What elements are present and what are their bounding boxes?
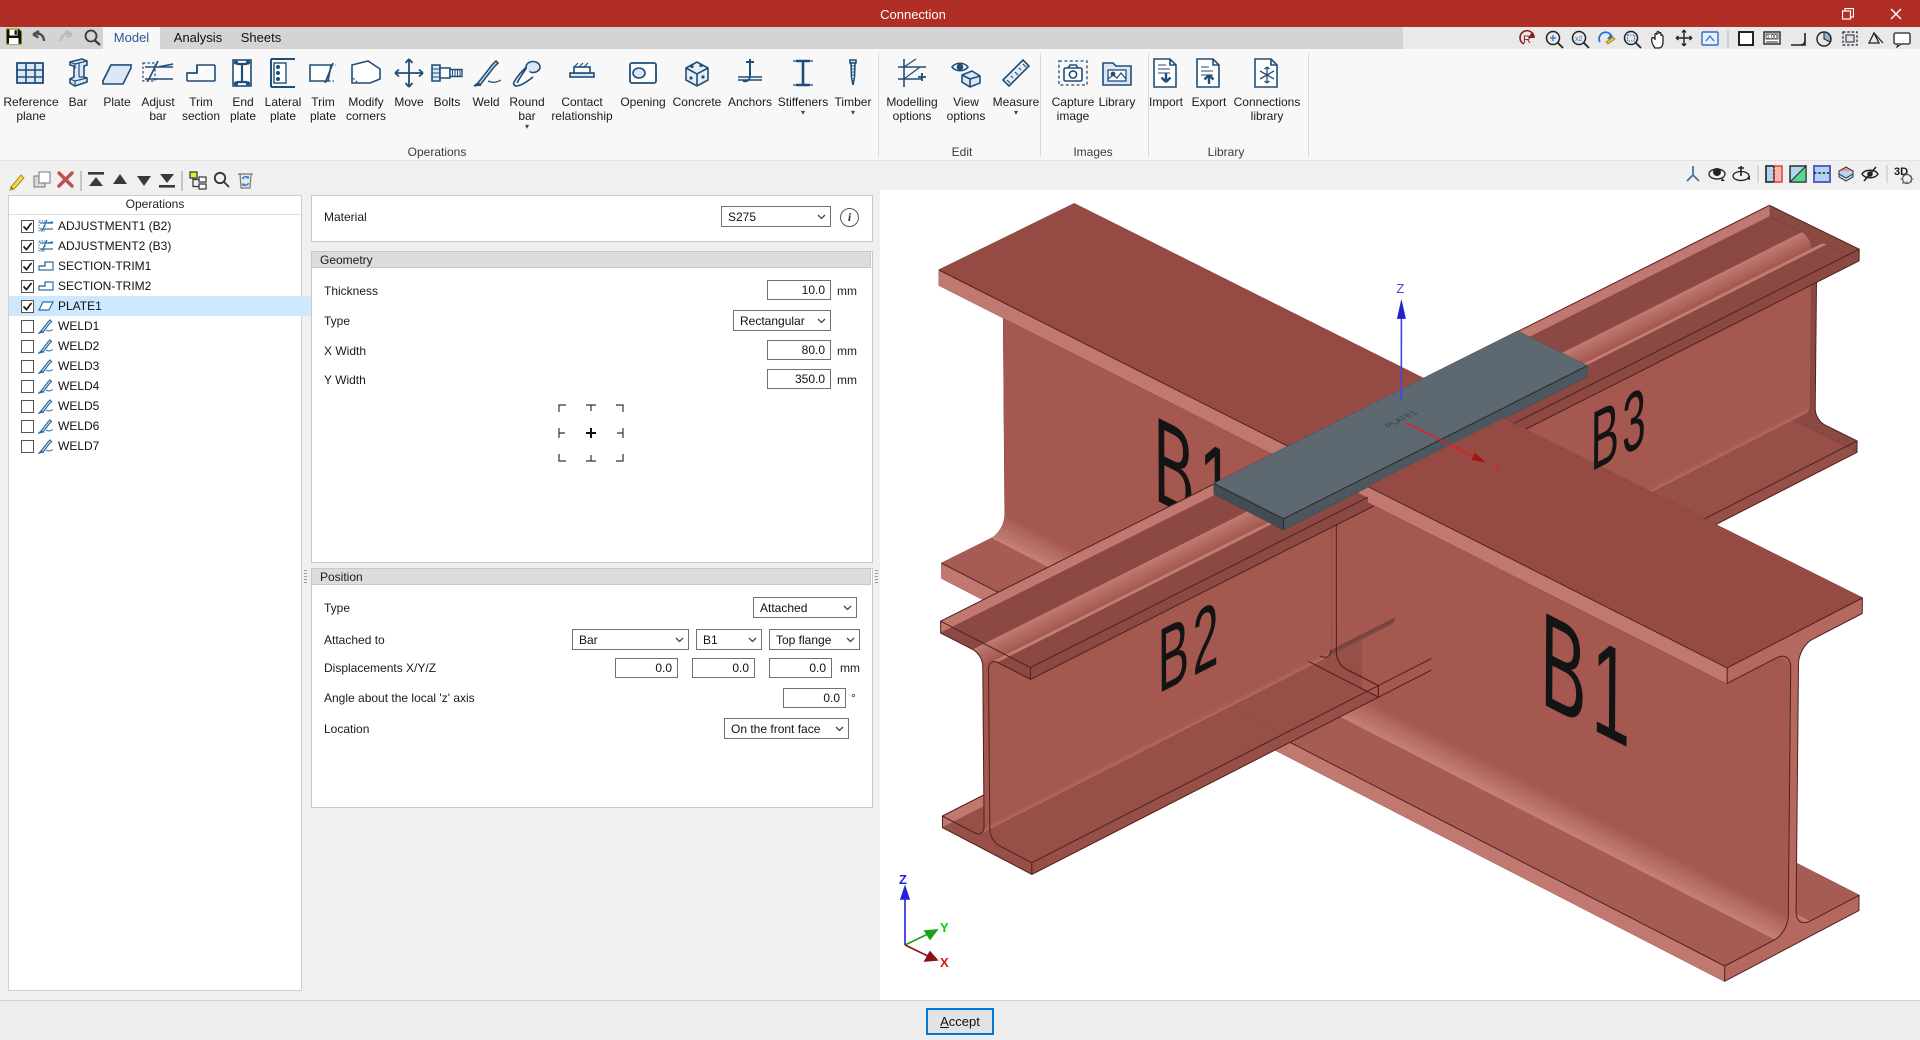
svg-text:X: X (1494, 465, 1501, 476)
svg-text:1.00: 1.00 (1767, 35, 1778, 41)
svg-text:Y: Y (940, 920, 949, 935)
svg-text:R: R (1523, 34, 1531, 46)
svg-text:x2: x2 (1575, 36, 1583, 43)
svg-text:Z: Z (1396, 281, 1404, 296)
svg-text:Z: Z (899, 872, 907, 887)
svg-text:3D: 3D (1894, 166, 1908, 178)
svg-text:X: X (940, 955, 949, 970)
